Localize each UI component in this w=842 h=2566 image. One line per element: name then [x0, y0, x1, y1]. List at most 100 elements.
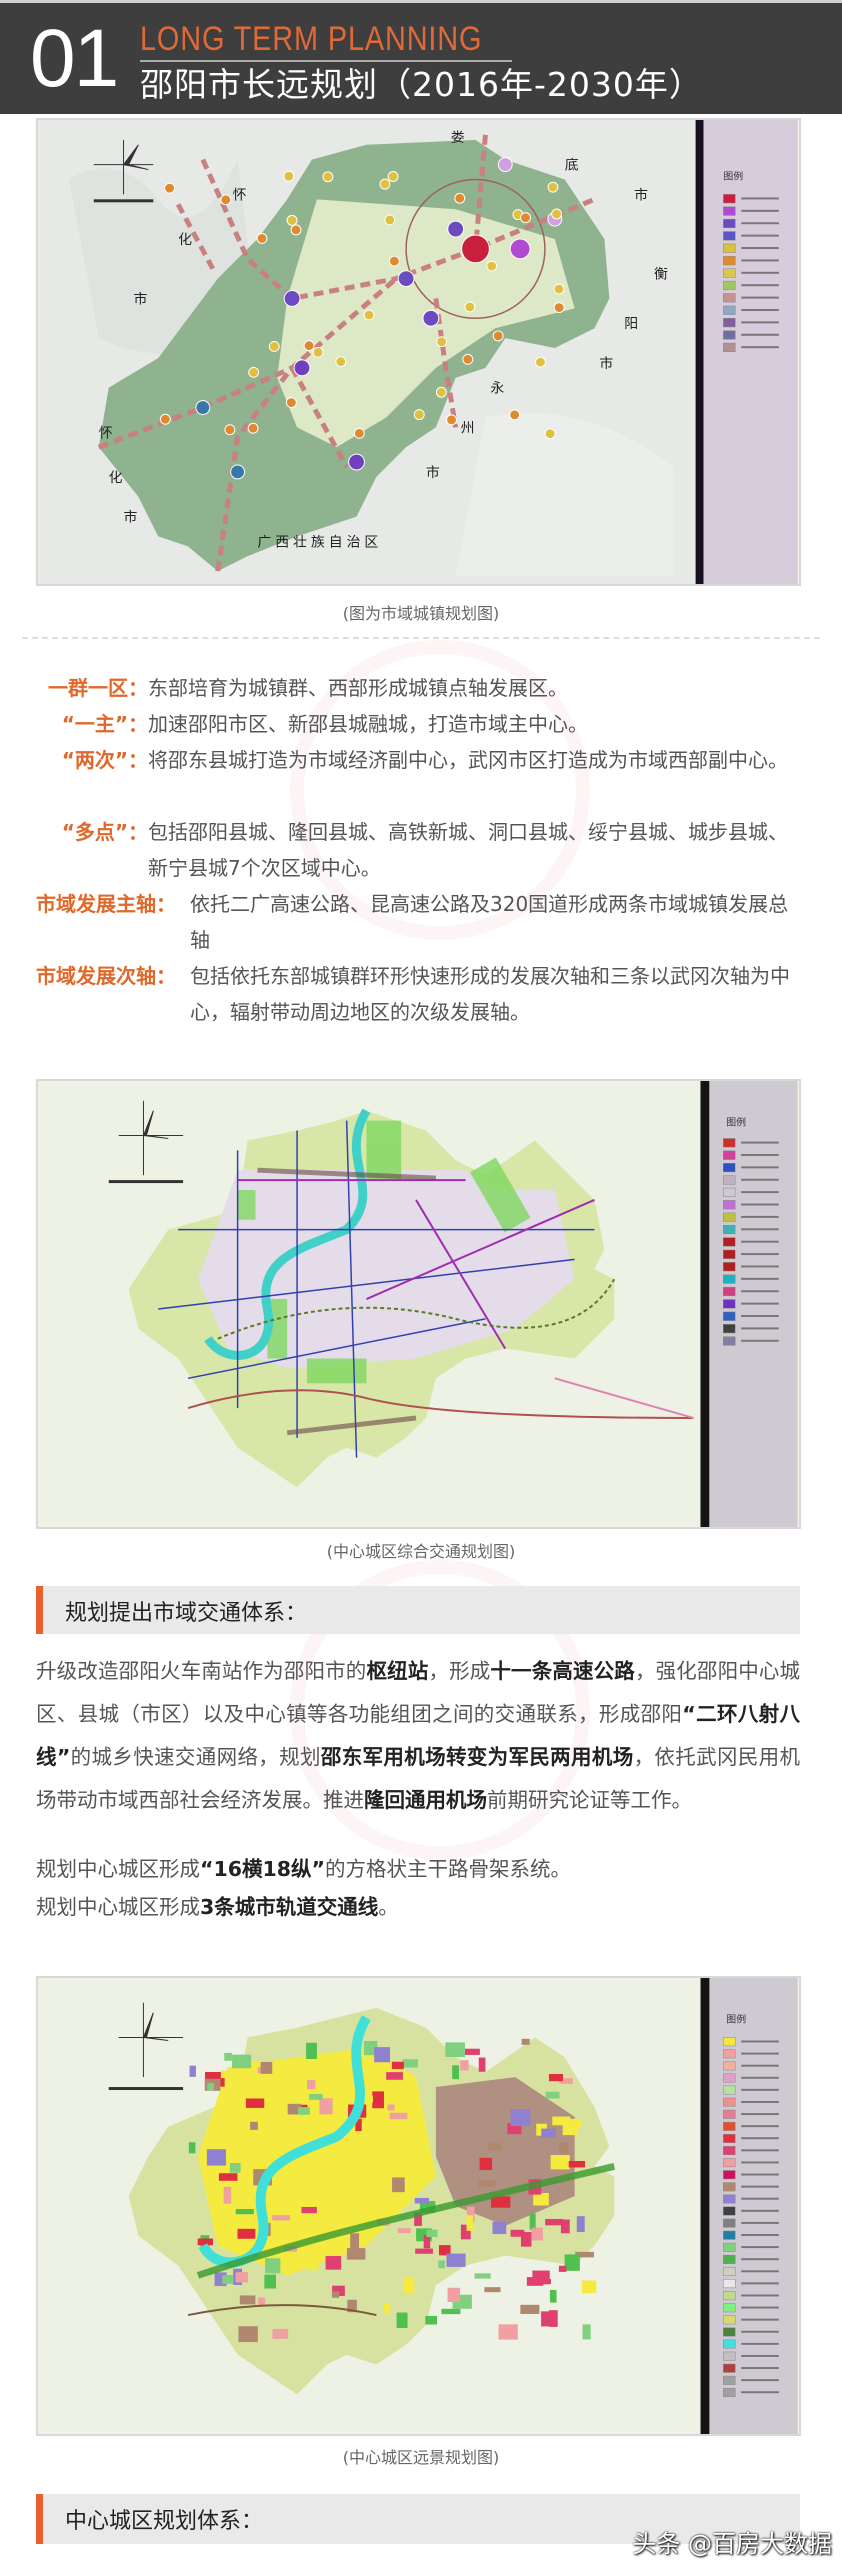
town-marker: [462, 353, 474, 365]
transport-paragraph: 升级改造邵阳火车南站作为邵阳市的枢纽站，形成十一条高速公路，强化邵阳中心城区、县…: [36, 1650, 800, 1822]
land-use-parcel: [300, 2172, 309, 2179]
town-marker: [256, 232, 268, 244]
town-marker: [283, 290, 301, 307]
legend-swatch: [723, 2097, 736, 2107]
legend-entry-text: [741, 321, 779, 324]
section-header-banner: 01 LONG TERM PLANNING 邵阳市长远规划（2016年-2030…: [0, 0, 842, 114]
legend-swatch: [723, 2242, 736, 2252]
legend-swatch: [723, 2363, 736, 2373]
land-use-parcel: [545, 2091, 560, 2099]
land-use-parcel: [545, 2218, 564, 2226]
town-marker: [446, 414, 457, 426]
legend-swatch: [723, 1237, 736, 1247]
town-marker: [312, 346, 324, 358]
legend-swatch: [723, 342, 736, 352]
legend-swatch: [723, 2291, 736, 2301]
legend-entry-text: [741, 2294, 779, 2297]
land-use-parcel: [309, 2093, 323, 2100]
text-segment: 。: [378, 1895, 399, 1919]
legend-entry-text: [741, 1240, 779, 1243]
town-marker: [544, 428, 556, 440]
legend-swatch: [723, 2049, 736, 2059]
land-use-parcel: [521, 2038, 530, 2045]
highlight-text: “16横18纵”: [200, 1857, 326, 1881]
legend-entry-text: [741, 2064, 779, 2067]
land-use-parcel: [541, 2311, 557, 2327]
land-use-parcel: [223, 2186, 232, 2204]
legend-entry-text: [741, 247, 779, 250]
text-segment: 规划中心城区形成: [36, 1895, 200, 1919]
town-marker: [379, 178, 391, 190]
legend-entry-text: [741, 2270, 779, 2273]
legend-entry-text: [741, 1315, 779, 1318]
point-item: 市域发展次轴： 包括依托东部城镇群环形快速形成的发展次轴和三条以武冈次轴为中心，辐…: [36, 958, 806, 1030]
legend-swatch: [723, 2279, 736, 2289]
legend-entry-text: [741, 2088, 779, 2091]
legend-swatch: [723, 2339, 736, 2349]
legend-entry-text: [741, 2100, 779, 2103]
land-use-parcel: [447, 2287, 461, 2303]
section-number: 01: [30, 13, 119, 104]
legend-entry-text: [741, 2318, 779, 2321]
point-label: “两次”：: [61, 748, 148, 772]
legend-swatch: [723, 2061, 736, 2071]
land-use-parcel: [425, 2315, 438, 2325]
map-caption: (中心城区远景规划图): [342, 2448, 500, 2467]
scale-bar: [93, 199, 154, 203]
land-use-parcel: [474, 2273, 491, 2279]
town-marker: [387, 171, 399, 182]
land-use-parcel: [306, 2264, 319, 2271]
land-use-parcel: [386, 2072, 403, 2080]
land-use-parcel: [197, 2238, 214, 2246]
legend-entry-text: [741, 2367, 779, 2370]
town-marker: [436, 336, 448, 348]
town-marker: [397, 270, 415, 288]
legend-entry-text: [741, 2258, 779, 2261]
land-use-parcel: [549, 2289, 557, 2303]
land-use-parcel: [478, 2057, 486, 2072]
legend-swatch: [723, 256, 736, 266]
point-label: 市域发展次轴：: [36, 964, 176, 988]
legend-entry-text: [741, 296, 779, 299]
land-use-parcel: [218, 2173, 238, 2181]
land-use-parcel: [383, 2303, 391, 2314]
town-marker: [303, 340, 315, 352]
town-marker: [388, 255, 400, 267]
legend-swatch: [723, 330, 736, 340]
point-item: “一主”： 加速邵阳市区、新邵县城融城，打造市域主中心。: [36, 706, 806, 742]
legend-entry-text: [741, 1141, 779, 1144]
legend-entry-text: [741, 2391, 779, 2394]
map-label: 市: [133, 290, 147, 307]
town-marker: [335, 356, 347, 368]
land-use-parcel: [402, 2059, 418, 2068]
land-use-parcel: [576, 2216, 585, 2233]
land-use-parcel: [258, 2297, 266, 2306]
legend-swatch: [723, 1200, 736, 1210]
land-use-parcel: [237, 2228, 256, 2239]
section-heading-text: 规划提出市域交通体系：: [65, 1601, 308, 1626]
legend-swatch: [723, 1150, 736, 1160]
town-marker: [547, 181, 559, 193]
land-use-parcel: [392, 2177, 405, 2193]
legend-swatch: [723, 2375, 736, 2385]
legend-swatch: [723, 2073, 736, 2083]
point-text: 包括依托东部城镇群环形快速形成的发展次轴和三条以武冈次轴为中心，辐射带动周边地区…: [190, 964, 790, 1024]
land-use-parcel: [207, 2083, 214, 2091]
legend-swatch: [723, 1175, 736, 1185]
land-use-parcel: [245, 2098, 265, 2108]
section-title-english: LONG TERM PLANNING: [140, 20, 483, 58]
legend-entry-text: [741, 2040, 779, 2043]
text-segment: 的城乡快速交通网络，规划: [70, 1745, 321, 1769]
map-label: 怀: [233, 187, 247, 203]
land-use-parcel: [460, 2060, 469, 2071]
land-use-parcel: [298, 2107, 310, 2115]
legend-entry-text: [741, 2330, 779, 2333]
land-use-parcel: [272, 2215, 291, 2221]
legend-entry-text: [741, 222, 779, 225]
legend-title: 图例: [723, 169, 743, 182]
legend-swatch: [723, 2387, 736, 2397]
land-use-parcel: [452, 2065, 460, 2080]
land-use-parcel: [488, 2143, 502, 2151]
land-use-parcel: [510, 2109, 531, 2127]
legend-entry-text: [741, 2125, 779, 2128]
